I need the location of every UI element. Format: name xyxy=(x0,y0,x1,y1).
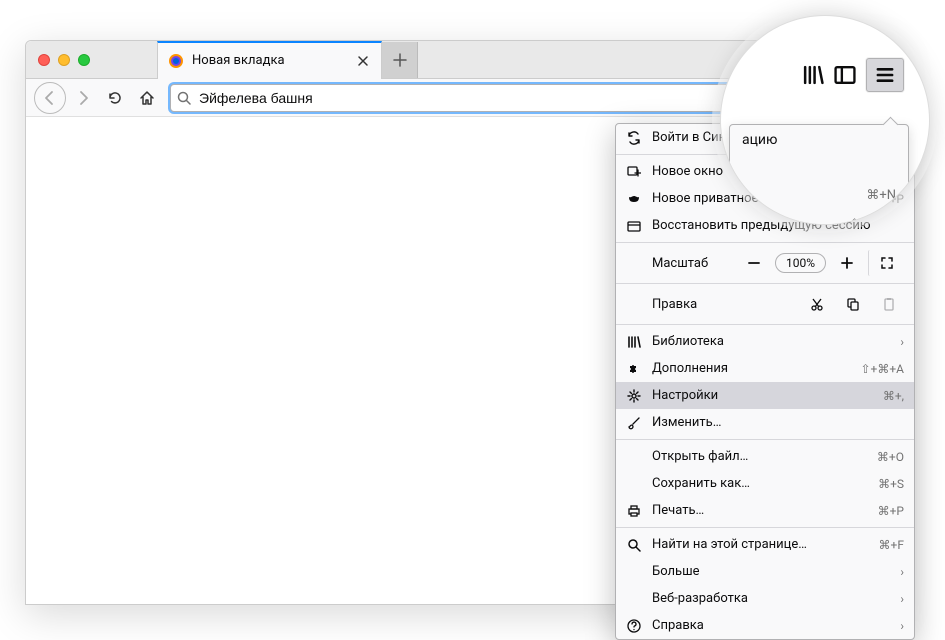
zoom-menu-row-1: ацию xyxy=(730,125,908,155)
search-icon xyxy=(626,538,642,552)
gear-icon xyxy=(626,389,642,403)
minimize-window-button[interactable] xyxy=(58,54,70,66)
zoom-menu-row-2: ⌘+N xyxy=(730,181,908,210)
zoom-toolbar-fragment xyxy=(721,58,929,92)
fullscreen-button[interactable] xyxy=(868,250,904,276)
menu-find[interactable]: Найти на этой странице… ⌘+F xyxy=(616,531,914,558)
forward-button[interactable] xyxy=(68,83,98,113)
help-icon xyxy=(626,619,642,633)
browser-tab[interactable]: Новая вкладка xyxy=(157,41,382,79)
zoom-callout: ацию ⌘+N ⇧+⌘+P xyxy=(720,15,930,225)
tab-label: Новая вкладка xyxy=(192,53,347,68)
address-bar[interactable] xyxy=(170,84,786,112)
search-icon xyxy=(177,91,191,105)
close-window-button[interactable] xyxy=(38,54,50,66)
menu-more[interactable]: Больше › xyxy=(616,558,914,585)
menu-addons[interactable]: Дополнения ⇧+⌘+A xyxy=(616,355,914,382)
mask-icon xyxy=(626,192,642,206)
menu-preferences[interactable]: Настройки ⌘+, xyxy=(616,382,914,409)
menu-save-as[interactable]: Сохранить как… ⌘+S xyxy=(616,470,914,497)
library-icon[interactable] xyxy=(802,64,824,86)
restore-icon xyxy=(626,219,642,233)
back-button[interactable] xyxy=(34,82,66,114)
new-tab-button[interactable] xyxy=(382,42,418,78)
cut-button[interactable] xyxy=(802,291,832,317)
brush-icon xyxy=(626,416,642,430)
window-plus-icon xyxy=(626,165,642,179)
chevron-right-icon: › xyxy=(900,565,904,579)
puzzle-icon xyxy=(626,362,642,376)
window-controls xyxy=(26,54,102,66)
menu-print[interactable]: Печать… ⌘+P xyxy=(616,497,914,524)
maximize-window-button[interactable] xyxy=(78,54,90,66)
library-icon xyxy=(626,335,642,349)
close-tab-button[interactable] xyxy=(355,53,371,69)
zoom-menu-row-3: ⇧+⌘+P xyxy=(730,210,908,225)
zoom-in-button[interactable] xyxy=(832,250,862,276)
printer-icon xyxy=(626,504,642,518)
chevron-right-icon: › xyxy=(900,335,904,349)
zoom-level[interactable]: 100% xyxy=(775,253,826,273)
home-button[interactable] xyxy=(132,83,162,113)
menu-zoom: Масштаб 100% xyxy=(616,246,914,280)
sidebar-icon[interactable] xyxy=(834,64,856,86)
menu-web-developer[interactable]: Веб-разработка › xyxy=(616,585,914,612)
menu-library[interactable]: Библиотека › xyxy=(616,328,914,355)
menu-help[interactable]: Справка › xyxy=(616,612,914,639)
copy-button[interactable] xyxy=(838,291,868,317)
chevron-right-icon: › xyxy=(900,592,904,606)
sync-icon xyxy=(626,131,642,145)
zoom-out-button[interactable] xyxy=(739,250,769,276)
menu-open-file[interactable]: Открыть файл… ⌘+O xyxy=(616,443,914,470)
hamburger-menu-button[interactable] xyxy=(866,58,904,92)
menu-customize[interactable]: Изменить… xyxy=(616,409,914,436)
paste-button[interactable] xyxy=(874,291,904,317)
menu-edit: Правка xyxy=(616,287,914,321)
chevron-right-icon: › xyxy=(900,619,904,633)
url-input[interactable] xyxy=(199,90,755,106)
firefox-favicon xyxy=(168,53,184,69)
zoom-menu-fragment: ацию ⌘+N ⇧+⌘+P xyxy=(729,124,909,225)
reload-button[interactable] xyxy=(100,83,130,113)
